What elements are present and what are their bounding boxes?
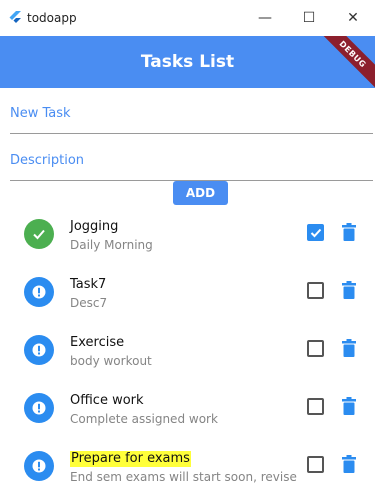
list-item: Office work Complete assigned work bbox=[0, 379, 375, 437]
list-item: Task7 Desc7 bbox=[0, 263, 375, 321]
new-task-field bbox=[10, 94, 373, 134]
task-title: Exercise bbox=[70, 335, 125, 350]
app-bar: Tasks List DEBUG bbox=[0, 36, 375, 88]
task-done-checkbox[interactable] bbox=[307, 340, 324, 357]
close-button[interactable]: ✕ bbox=[331, 0, 375, 36]
maximize-button[interactable]: ☐ bbox=[287, 0, 331, 36]
debug-banner: DEBUG bbox=[311, 36, 375, 88]
minimize-button[interactable]: — bbox=[243, 0, 287, 36]
window-controls: — ☐ ✕ bbox=[243, 0, 375, 36]
task-done-checkbox[interactable] bbox=[307, 398, 324, 415]
task-description: Daily Morning bbox=[70, 238, 153, 252]
task-done-checkbox[interactable] bbox=[307, 456, 324, 473]
task-title: Office work bbox=[70, 393, 144, 408]
list-item: Exercise body workout bbox=[0, 321, 375, 379]
exclamation-circle-icon bbox=[24, 451, 54, 481]
add-button[interactable]: ADD bbox=[173, 181, 228, 205]
trash-icon[interactable] bbox=[342, 455, 356, 473]
task-description: body workout bbox=[70, 354, 152, 368]
task-title: Prepare for exams bbox=[70, 451, 191, 467]
list-item: Jogging Daily Morning bbox=[0, 205, 375, 263]
task-title: Task7 bbox=[70, 277, 107, 292]
exclamation-circle-icon bbox=[24, 335, 54, 365]
task-done-checkbox[interactable] bbox=[307, 282, 324, 299]
trash-icon[interactable] bbox=[342, 223, 356, 241]
task-done-checkbox[interactable] bbox=[307, 224, 324, 241]
window-titlebar: todoapp — ☐ ✕ bbox=[0, 0, 375, 36]
task-description: Complete assigned work bbox=[70, 412, 218, 426]
new-task-input[interactable] bbox=[10, 94, 373, 133]
trash-icon[interactable] bbox=[342, 339, 356, 357]
exclamation-circle-icon bbox=[24, 393, 54, 423]
list-item: Prepare for exams End sem exams will sta… bbox=[0, 437, 375, 486]
check-circle-icon bbox=[24, 219, 54, 249]
trash-icon[interactable] bbox=[342, 397, 356, 415]
task-title: Jogging bbox=[70, 219, 119, 234]
app-window: todoapp — ☐ ✕ Tasks List DEBUG ADD Joggi… bbox=[0, 0, 375, 486]
trash-icon[interactable] bbox=[342, 281, 356, 299]
description-field bbox=[10, 141, 373, 181]
window-title: todoapp bbox=[27, 11, 77, 25]
task-description: Desc7 bbox=[70, 296, 108, 310]
description-input[interactable] bbox=[10, 141, 373, 180]
page-title: Tasks List bbox=[140, 52, 235, 72]
task-description: End sem exams will start soon, revise al… bbox=[70, 470, 297, 486]
exclamation-circle-icon bbox=[24, 277, 54, 307]
task-list: Jogging Daily Morning Task7 Desc7 Exerci… bbox=[0, 205, 375, 486]
flutter-logo-icon bbox=[9, 11, 21, 23]
